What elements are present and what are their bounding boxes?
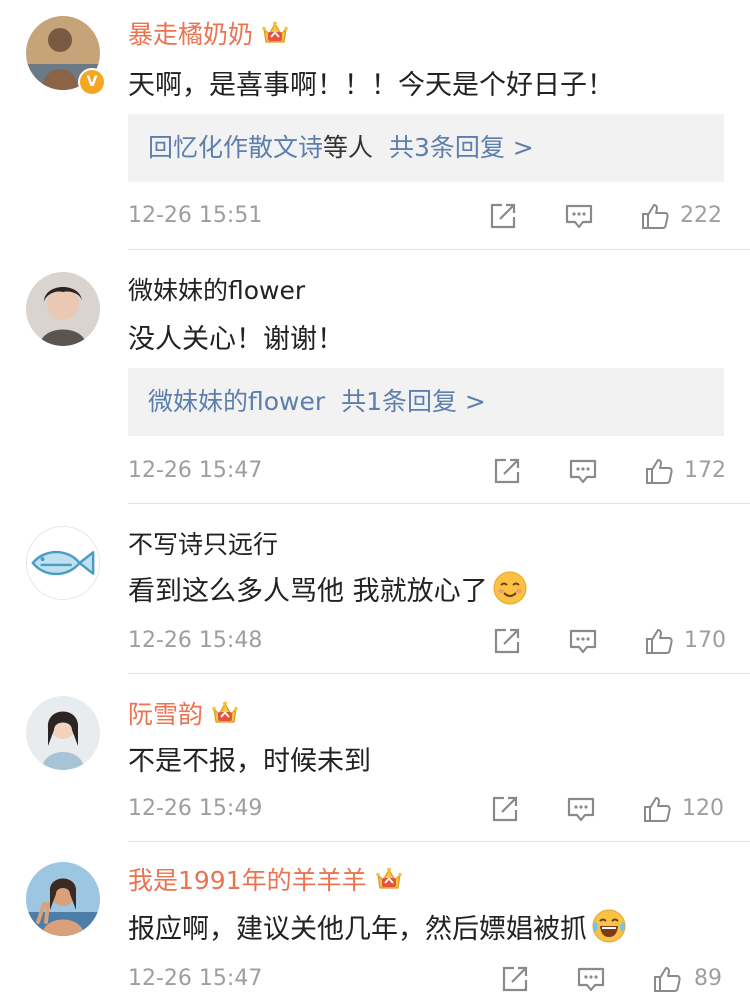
like-icon[interactable] bbox=[642, 794, 672, 824]
verified-badge-icon: V bbox=[78, 68, 106, 96]
comment-item: 微妹妹的flower 没人关心！谢谢！ 微妹妹的flower 共1条回复 > 1… bbox=[0, 250, 750, 504]
comment-text: 没人关心！谢谢！ bbox=[128, 323, 344, 355]
comment-text: 天啊，是喜事啊！！！今天是个好日子！ bbox=[128, 69, 614, 101]
avatar[interactable] bbox=[26, 862, 100, 936]
comment-meta: 12-26 15:49 120 bbox=[128, 792, 724, 826]
like-count: 89 bbox=[694, 966, 722, 991]
username[interactable]: 不写诗只远行 bbox=[128, 525, 278, 561]
timestamp: 12-26 15:49 bbox=[128, 796, 263, 821]
laugh-tears-emoji-icon bbox=[592, 909, 626, 943]
reply-count-link[interactable]: 共1条回复 > bbox=[341, 387, 486, 416]
comment-text: 报应啊，建议关他几年，然后嫖娼被抓 bbox=[128, 913, 587, 945]
comment-item: V 暴走橘奶奶 天啊，是喜事啊！！！今天是个好日子！ 回忆化作散文诗等人 共3条… bbox=[0, 0, 750, 250]
comment-meta: 12-26 15:47 89 bbox=[128, 962, 724, 996]
comment-meta: 12-26 15:48 170 bbox=[128, 624, 726, 658]
comment-icon[interactable] bbox=[566, 794, 596, 824]
share-icon[interactable] bbox=[492, 626, 522, 656]
like-count: 222 bbox=[680, 203, 722, 228]
reply-middle-text: 等人 bbox=[323, 133, 374, 162]
share-icon[interactable] bbox=[500, 964, 530, 994]
comment-item: 阮雪韵 不是不报，时候未到 12-26 15:49 120 bbox=[0, 674, 750, 842]
reply-count-link[interactable]: 共3条回复 > bbox=[389, 133, 534, 162]
avatar[interactable] bbox=[26, 696, 100, 770]
timestamp: 12-26 15:51 bbox=[128, 203, 263, 228]
timestamp: 12-26 15:47 bbox=[128, 966, 263, 991]
reply-names[interactable]: 回忆化作散文诗 bbox=[148, 133, 323, 162]
like-count: 172 bbox=[684, 458, 726, 483]
comment-icon[interactable] bbox=[564, 201, 594, 231]
share-icon[interactable] bbox=[490, 794, 520, 824]
crown-icon bbox=[261, 20, 289, 46]
crown-icon bbox=[375, 866, 403, 892]
avatar[interactable] bbox=[26, 526, 100, 600]
comment-item: 我是1991年的羊羊羊 报应啊，建议关他几年，然后嫖娼被抓 12-26 15:4… bbox=[0, 842, 750, 1004]
username[interactable]: 我是1991年的羊羊羊 bbox=[128, 861, 367, 897]
reply-summary[interactable]: 微妹妹的flower 共1条回复 > bbox=[128, 368, 724, 436]
avatar[interactable] bbox=[26, 272, 100, 346]
share-icon[interactable] bbox=[492, 456, 522, 486]
like-count: 120 bbox=[682, 796, 724, 821]
like-icon[interactable] bbox=[640, 201, 670, 231]
like-icon[interactable] bbox=[644, 626, 674, 656]
username[interactable]: 暴走橘奶奶 bbox=[128, 15, 253, 51]
timestamp: 12-26 15:47 bbox=[128, 458, 263, 483]
comment-item: 不写诗只远行 看到这么多人骂他 我就放心了 12-26 15:48 170 bbox=[0, 504, 750, 674]
comment-icon[interactable] bbox=[576, 964, 606, 994]
crown-icon bbox=[211, 700, 239, 726]
comment-meta: 12-26 15:51 222 bbox=[128, 199, 724, 233]
comment-meta: 12-26 15:47 172 bbox=[128, 454, 726, 488]
comment-icon[interactable] bbox=[568, 626, 598, 656]
comment-text-row: 报应啊，建议关他几年，然后嫖娼被抓 bbox=[128, 906, 627, 946]
share-icon[interactable] bbox=[488, 201, 518, 231]
like-icon[interactable] bbox=[644, 456, 674, 486]
comment-icon[interactable] bbox=[568, 456, 598, 486]
comment-text: 不是不报，时候未到 bbox=[128, 745, 371, 777]
reply-summary[interactable]: 回忆化作散文诗等人 共3条回复 > bbox=[128, 114, 724, 182]
comment-text: 看到这么多人骂他 我就放心了 bbox=[128, 575, 488, 607]
like-icon[interactable] bbox=[652, 964, 682, 994]
smile-emoji-icon bbox=[493, 571, 527, 605]
username[interactable]: 微妹妹的flower bbox=[128, 271, 305, 307]
timestamp: 12-26 15:48 bbox=[128, 628, 263, 653]
comment-text-row: 看到这么多人骂他 我就放心了 bbox=[128, 568, 528, 608]
like-count: 170 bbox=[684, 628, 726, 653]
username[interactable]: 阮雪韵 bbox=[128, 695, 203, 731]
reply-names[interactable]: 微妹妹的flower bbox=[148, 387, 325, 416]
